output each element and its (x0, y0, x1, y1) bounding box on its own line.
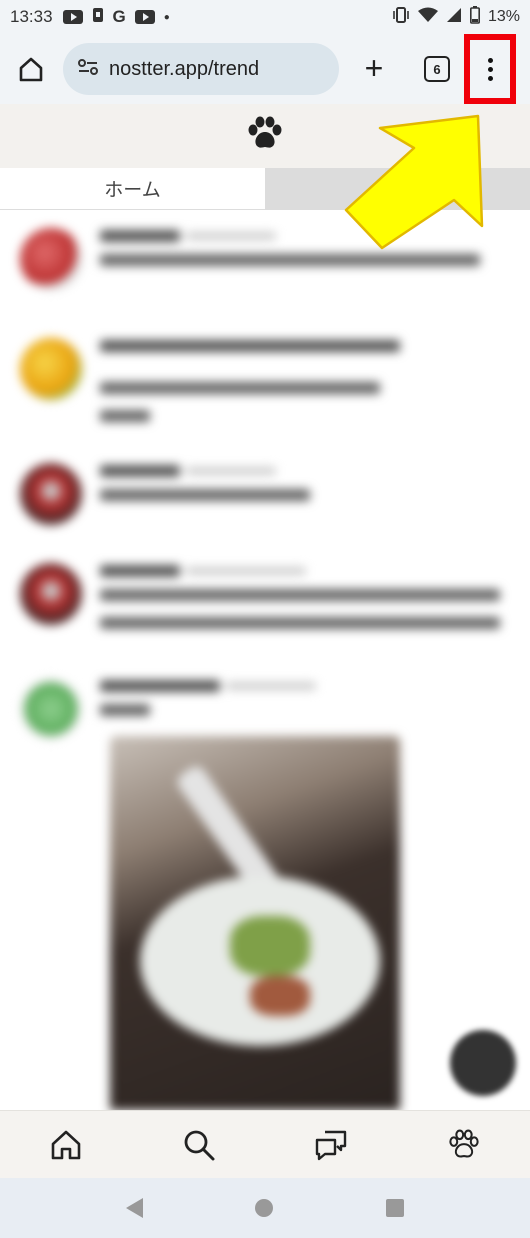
address-bar[interactable]: nostter.app/trend (63, 43, 339, 95)
nav-home[interactable] (36, 1115, 96, 1175)
system-nav-bar (0, 1178, 530, 1238)
wifi-icon (417, 7, 438, 28)
plus-icon: + (364, 49, 384, 86)
paw-icon[interactable] (245, 116, 285, 157)
battery-percent: 13% (487, 8, 520, 25)
nav-search[interactable] (169, 1115, 229, 1175)
more-menu-icon-dot (487, 75, 493, 81)
list-item[interactable] (0, 445, 530, 545)
avatar[interactable] (20, 463, 82, 525)
notification-icons: G ● (62, 7, 170, 27)
battery-icon (469, 5, 480, 29)
tab-switcher-icon[interactable]: 6 (424, 56, 450, 82)
url-text: nostter.app/trend (109, 57, 260, 80)
home-icon (19, 57, 43, 82)
status-time: 13:33 (10, 7, 53, 26)
back-icon[interactable] (126, 1198, 144, 1218)
status-bar: 13:33 G ● 13% (0, 0, 530, 34)
home-icon (51, 1130, 81, 1159)
chat-icon (316, 1130, 347, 1160)
annotation-arrow-icon (344, 114, 484, 250)
more-menu-icon-dot (487, 66, 493, 72)
list-item[interactable] (0, 320, 530, 445)
google-icon: G (112, 7, 126, 26)
tab-home[interactable]: ホーム (0, 168, 265, 210)
recents-icon[interactable] (385, 1199, 404, 1217)
vibrate-icon (392, 6, 410, 28)
search-icon (184, 1130, 215, 1160)
browser-home-button[interactable] (13, 51, 49, 87)
post-image[interactable] (110, 736, 400, 1110)
system-home-icon[interactable] (255, 1199, 274, 1217)
signal-icon (446, 7, 462, 28)
youtube-icon (62, 10, 83, 24)
tab-home-label: ホーム (104, 180, 161, 201)
list-item[interactable] (0, 660, 530, 1110)
more-menu-icon-dot (487, 57, 493, 63)
list-item[interactable] (0, 545, 530, 660)
youtube-icon (134, 10, 155, 24)
phone-lock-icon (92, 7, 104, 27)
avatar[interactable] (20, 228, 82, 290)
more-menu-button[interactable] (464, 34, 516, 104)
dot-icon: ● (163, 11, 170, 23)
avatar[interactable] (20, 338, 82, 400)
nav-paw[interactable] (434, 1115, 494, 1175)
system-status-icons: 13% (392, 5, 520, 29)
bottom-nav (0, 1110, 530, 1178)
nav-messages[interactable] (301, 1115, 361, 1175)
new-tab-button[interactable]: + (356, 48, 392, 88)
paw-icon (449, 1129, 479, 1158)
compose-button[interactable] (450, 1030, 516, 1096)
avatar[interactable] (20, 563, 82, 625)
browser-toolbar: nostter.app/trend + 6 (0, 34, 530, 104)
avatar[interactable] (20, 678, 82, 740)
tab-count: 6 (433, 61, 441, 77)
site-settings-icon[interactable] (77, 57, 99, 82)
timeline-feed[interactable] (0, 210, 530, 1110)
